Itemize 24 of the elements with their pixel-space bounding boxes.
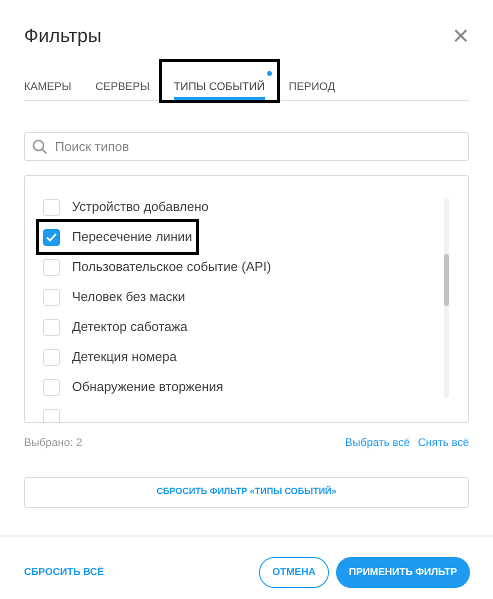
apply-button[interactable]: ПРИМЕНИТЬ ФИЛЬТР (336, 556, 470, 588)
reset-all-link[interactable]: СБРОСИТЬ ВСЁ (24, 564, 104, 580)
cancel-button[interactable]: ОТМЕНА (259, 556, 329, 588)
dialog-title: Фильтры (24, 26, 102, 49)
check-icon (46, 232, 57, 242)
checkbox-label: Устройство добавлено (72, 198, 209, 216)
clear-all-link[interactable]: Снять всё (418, 435, 469, 452)
selected-count: Выбрано: 2 (24, 436, 82, 451)
checkbox-label: Обнаружение вторжения (72, 378, 224, 396)
checkbox-label: Детекция номера (72, 348, 177, 366)
select-all-link[interactable]: Выбрать всё (345, 435, 410, 452)
reset-filter-button[interactable]: СБРОСИТЬ ФИЛЬТР «ТИПЫ СОБЫТИЙ» (24, 476, 469, 508)
checkbox-label: Детектор саботажа (72, 318, 188, 336)
checkbox-label: Человек без маски (72, 288, 186, 306)
close-button[interactable]: × (452, 22, 469, 50)
tab[interactable]: ПЕРИОД (276, 62, 348, 100)
tab[interactable]: ТИПЫ СОБЫТИЙ (162, 62, 277, 100)
checkbox-label: Пересечение линии (72, 228, 192, 246)
tab[interactable]: СЕРВЕРЫ (83, 62, 162, 100)
tab[interactable]: КАМЕРЫ (24, 62, 84, 100)
checkbox[interactable] (43, 228, 60, 246)
checkbox-label: Пользовательское событие (API) (72, 258, 272, 276)
scrollbar[interactable] (444, 198, 449, 398)
search-field[interactable]: Поиск типов (24, 132, 469, 161)
